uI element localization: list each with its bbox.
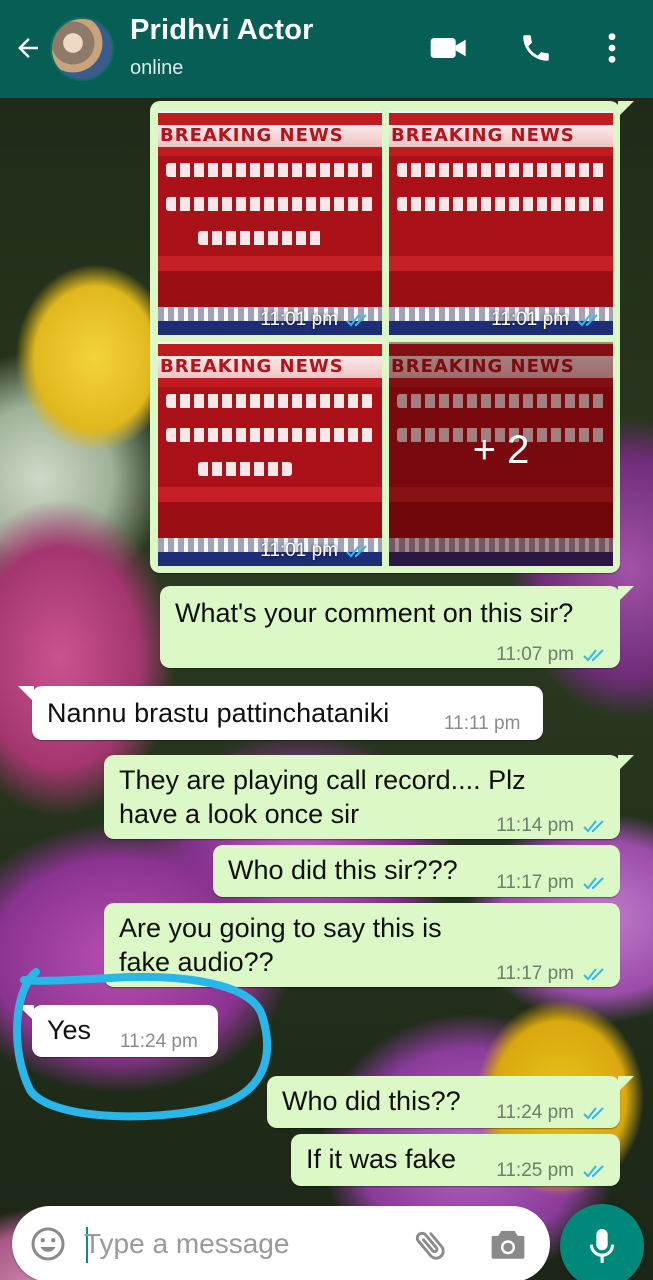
tile-timestamp: 11:01 pm xyxy=(491,309,601,331)
tile-timestamp: 11:01 pm xyxy=(260,309,370,331)
message-text: fake audio?? xyxy=(119,947,274,977)
video-call-icon[interactable] xyxy=(429,28,469,68)
contact-avatar[interactable] xyxy=(50,17,114,81)
outgoing-message[interactable]: What's your comment on this sir? 11:07 p… xyxy=(160,586,634,668)
outgoing-message[interactable]: If it was fake 11:25 pm xyxy=(291,1134,620,1186)
message-time: 11:14 pm xyxy=(496,809,608,843)
message-time: 11:17 pm xyxy=(496,866,608,900)
outgoing-message[interactable]: Are you going to say this is fake audio?… xyxy=(104,903,620,987)
media-more-thumbnail[interactable]: BREAKING NEWS + 2 xyxy=(389,342,613,566)
incoming-message[interactable]: Yes 11:24 pm xyxy=(18,1005,218,1057)
outgoing-message[interactable]: Who did this sir??? 11:17 pm xyxy=(213,845,620,897)
message-text: have a look once sir xyxy=(119,799,360,829)
read-ticks-icon xyxy=(583,820,604,833)
more-vert-icon[interactable] xyxy=(592,28,632,68)
message-time: 11:17 pm xyxy=(496,957,608,991)
message-text: If it was fake xyxy=(306,1144,457,1174)
outgoing-message[interactable]: Who did this?? 11:24 pm xyxy=(267,1076,634,1130)
message-time: 11:25 pm xyxy=(496,1154,608,1188)
message-text: Nannu brastu pattinchataniki xyxy=(47,698,390,728)
camera-icon[interactable] xyxy=(488,1226,528,1264)
message-text: Who did this sir??? xyxy=(228,855,458,885)
message-time: 11:07 pm xyxy=(496,638,608,672)
media-thumbnail[interactable]: BREAKING NEWS 11:01 pm xyxy=(158,342,382,566)
outgoing-message[interactable]: They are playing call record.... Plz hav… xyxy=(104,755,634,839)
tile-banner: BREAKING NEWS xyxy=(158,125,382,147)
message-text: Who did this?? xyxy=(282,1086,461,1116)
message-text: What's your comment on this sir? xyxy=(175,598,574,628)
message-time: 11:24 pm xyxy=(496,1096,608,1130)
tile-banner: BREAKING NEWS xyxy=(389,125,613,147)
read-ticks-icon xyxy=(583,968,604,981)
media-album-bubble: BREAKING NEWS 11:01 pm BREAKING NEWS 11:… xyxy=(150,101,634,573)
message-text: Yes xyxy=(47,1015,92,1045)
message-text: Are you going to say this is xyxy=(119,913,442,943)
media-thumbnail[interactable]: BREAKING NEWS 11:01 pm xyxy=(158,111,382,335)
contact-name[interactable]: Pridhvi Actor xyxy=(130,14,314,47)
tile-banner: BREAKING NEWS xyxy=(158,356,382,378)
read-ticks-icon xyxy=(583,877,604,890)
message-text: They are playing call record.... Plz xyxy=(119,765,526,795)
attach-icon[interactable] xyxy=(412,1226,450,1264)
phone-icon[interactable] xyxy=(516,28,556,68)
message-composer xyxy=(12,1206,550,1280)
incoming-message[interactable]: Nannu brastu pattinchataniki 11:11 pm xyxy=(18,686,543,740)
read-ticks-icon xyxy=(583,1165,604,1178)
read-ticks-icon xyxy=(583,1107,604,1120)
read-ticks-icon xyxy=(583,649,604,662)
chat-header: Pridhvi Actor online xyxy=(0,0,653,98)
message-time: 11:24 pm xyxy=(120,1031,198,1052)
tile-timestamp: 11:01 pm xyxy=(260,540,370,562)
mic-icon[interactable] xyxy=(560,1204,644,1280)
emoji-icon[interactable] xyxy=(30,1226,66,1262)
message-input[interactable] xyxy=(84,1222,384,1266)
back-arrow-icon[interactable] xyxy=(10,30,46,66)
contact-status: online xyxy=(130,57,184,79)
message-time: 11:11 pm xyxy=(444,713,521,734)
more-media-count: + 2 xyxy=(472,428,530,472)
media-thumbnail[interactable]: BREAKING NEWS 11:01 pm xyxy=(389,111,613,335)
